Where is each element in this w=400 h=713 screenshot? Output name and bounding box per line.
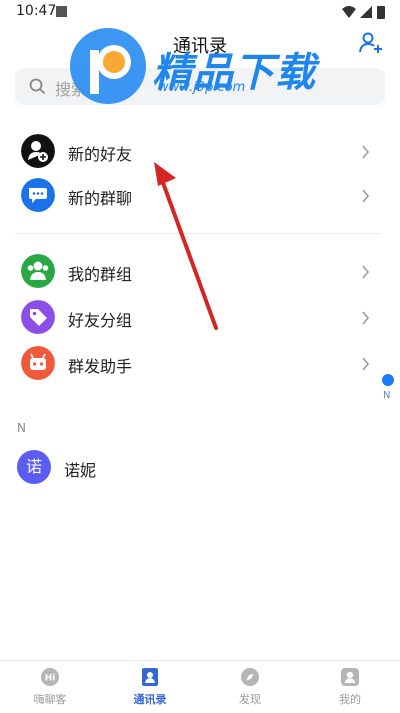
- bottom-tab-bar: Hi 嗨聊客 通讯录 发现 我的: [0, 660, 400, 713]
- menu-item-new-friends[interactable]: 新的好友: [0, 130, 400, 174]
- tab-label: 发现: [239, 693, 261, 706]
- menu-item-new-group-chat[interactable]: 新的群聊: [0, 174, 400, 218]
- menu-item-my-groups[interactable]: 我的群组: [0, 250, 400, 294]
- chevron-right-icon: [362, 311, 369, 325]
- tab-label: 我的: [339, 693, 361, 706]
- battery-icon: [377, 6, 385, 19]
- search-icon: [29, 78, 46, 95]
- tab-discover[interactable]: 发现: [210, 667, 290, 707]
- group-icon: [21, 254, 55, 288]
- menu-item-label: 新的好友: [68, 145, 133, 164]
- chevron-right-icon: [362, 357, 369, 371]
- search-placeholder: 搜索: [55, 80, 88, 99]
- header: 通讯录: [0, 24, 400, 64]
- wifi-icon: [342, 6, 356, 18]
- user-add-icon: [21, 134, 55, 168]
- notification-icon: [56, 6, 67, 17]
- add-contact-icon[interactable]: [358, 30, 384, 56]
- chat-bubble-icon: [21, 178, 55, 212]
- menu-item-friend-groups[interactable]: 好友分组: [0, 296, 400, 340]
- menu-item-broadcast-assistant[interactable]: 群发助手: [0, 342, 400, 386]
- menu-item-label: 我的群组: [68, 265, 133, 284]
- avatar: 诺: [17, 450, 51, 484]
- hi-chat-icon: Hi: [41, 668, 59, 686]
- menu-item-label: 新的群聊: [68, 189, 133, 208]
- contacts-icon: [142, 668, 158, 686]
- contact-name: 诺妮: [64, 461, 97, 480]
- section-divider: [15, 233, 381, 234]
- profile-icon: [341, 668, 359, 686]
- svg-text:Hi: Hi: [45, 674, 56, 684]
- robot-icon: [21, 346, 55, 380]
- tab-label: 嗨聊客: [33, 693, 67, 706]
- menu-item-label: 好友分组: [68, 311, 133, 330]
- chevron-right-icon: [362, 145, 369, 159]
- index-letter-n[interactable]: N: [383, 390, 390, 401]
- chevron-right-icon: [362, 265, 369, 279]
- status-time: 10:47: [16, 3, 57, 19]
- tab-contacts[interactable]: 通讯录: [110, 667, 190, 707]
- section-index-letter: N: [17, 421, 26, 435]
- system-status-icons: [342, 6, 385, 19]
- tag-icon: [21, 300, 55, 334]
- tab-me[interactable]: 我的: [310, 667, 390, 707]
- index-search-icon[interactable]: [382, 374, 394, 386]
- compass-icon: [241, 668, 259, 686]
- chevron-right-icon: [362, 189, 369, 203]
- signal-icon: [360, 6, 372, 18]
- status-bar: 10:47: [0, 0, 400, 24]
- tab-label: 通讯录: [133, 693, 167, 706]
- tab-hi-chat[interactable]: Hi 嗨聊客: [10, 667, 90, 707]
- menu-item-label: 群发助手: [68, 357, 133, 376]
- search-input[interactable]: 搜索: [15, 68, 385, 105]
- page-title: 通讯录: [173, 36, 227, 57]
